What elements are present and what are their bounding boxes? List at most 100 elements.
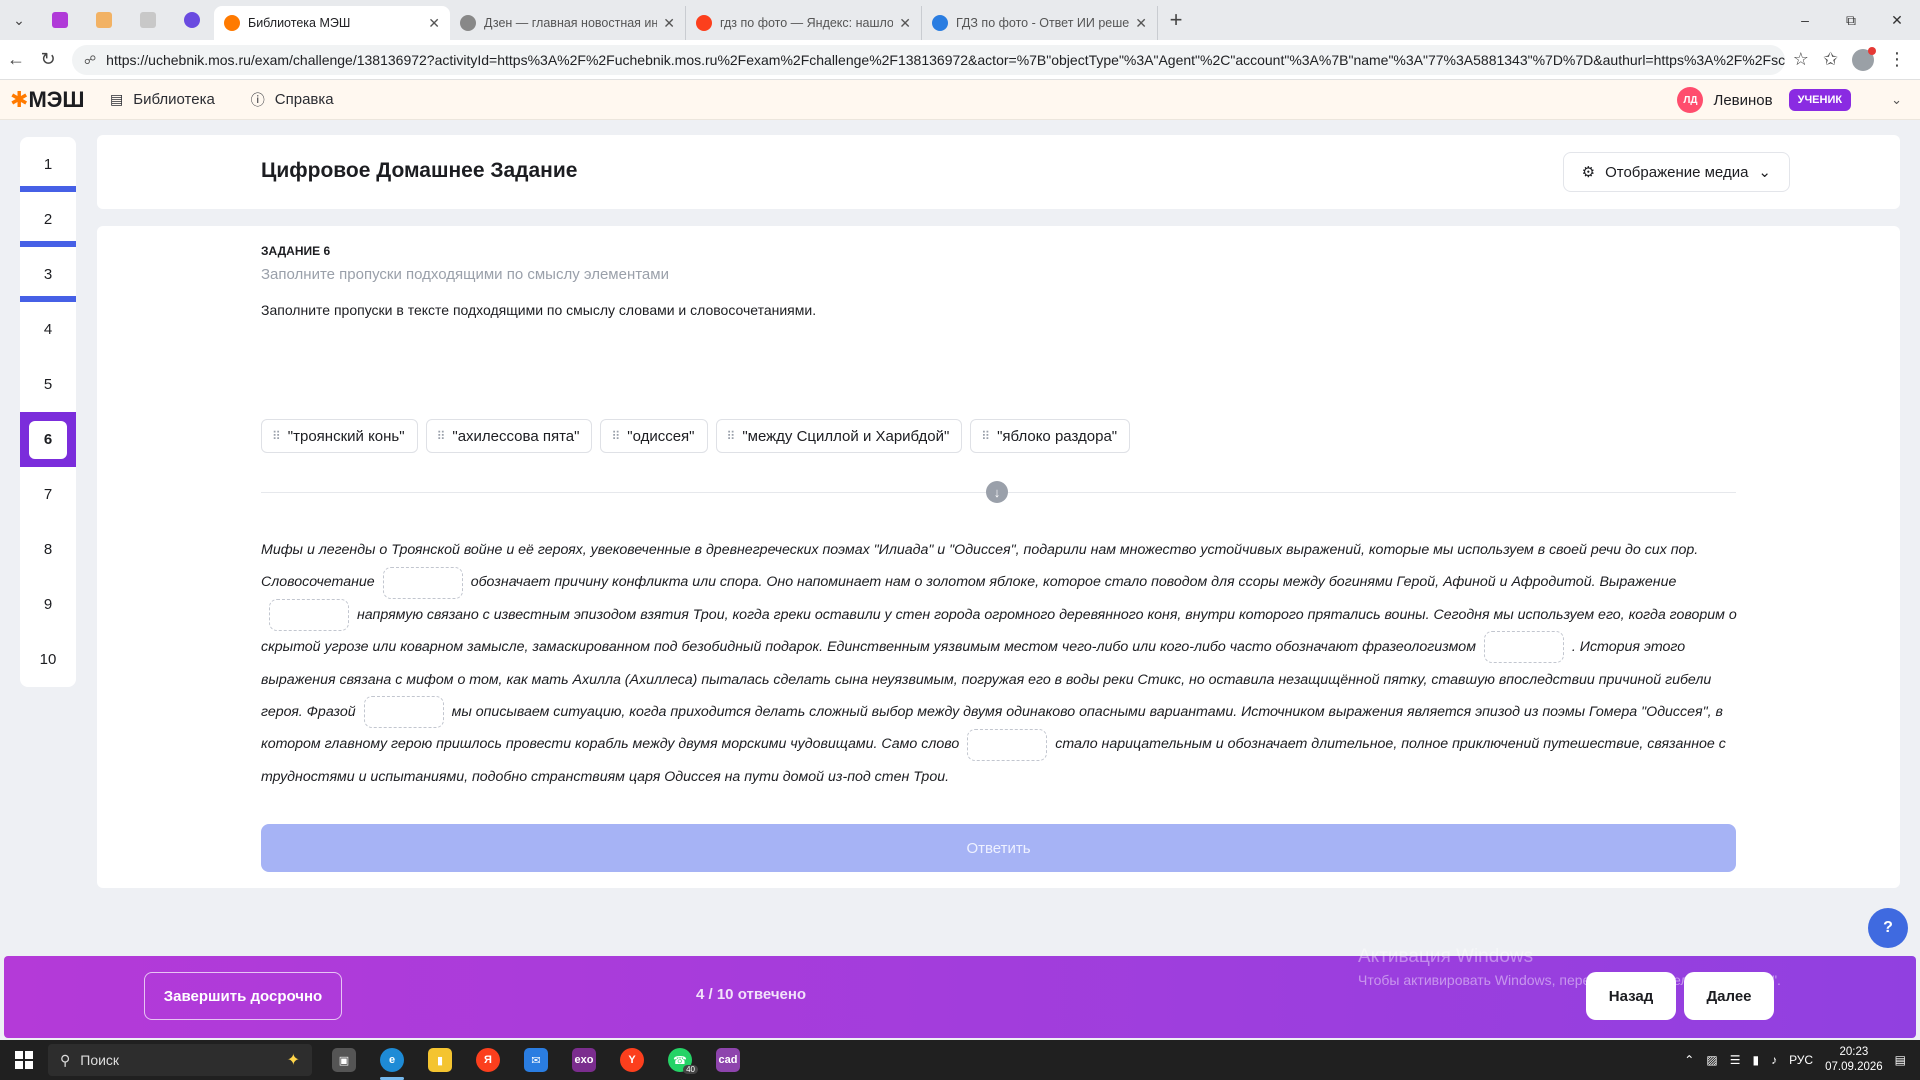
answer-option-chip[interactable]: ⠿ "яблоко раздора" [970,419,1131,453]
new-tab-button[interactable]: + [1158,7,1194,33]
drag-handle-icon[interactable]: ⠿ [727,429,736,443]
nav-library[interactable]: ▤ Библиотека [110,91,215,108]
profile-avatar-icon[interactable] [1852,46,1876,71]
exam-footer: Завершить досрочно 4 / 10 отвечено Актив… [4,946,1916,1038]
browser-tab[interactable]: ГДЗ по фото - Ответ ИИ решени ✕ [922,6,1158,40]
browser-tab[interactable]: Библиотека МЭШ ✕ [214,6,450,40]
task-instruction: Заполните пропуски в тексте подходящими … [261,302,817,318]
close-window-icon[interactable]: ✕ [1874,0,1920,40]
notifications-icon[interactable]: ▤ [1895,1053,1906,1067]
question-nav-item[interactable]: 10 [20,632,76,687]
taskbar-search[interactable]: ⚲ Поиск ✦ [48,1044,312,1076]
role-badge: УЧЕНИК [1788,89,1852,111]
file-explorer-icon[interactable]: ▮ [416,1040,464,1080]
question-nav-item[interactable]: 9 [20,577,76,632]
answer-option-chip[interactable]: ⠿ "одиссея" [600,419,708,453]
tab-close-icon[interactable]: ✕ [663,15,675,32]
answer-option-chip[interactable]: ⠿ "троянский конь" [261,419,418,453]
site-info-icon[interactable]: ☍ [84,53,96,67]
cad-app-icon[interactable]: cad [704,1040,752,1080]
question-nav-item[interactable]: 3 [20,247,76,302]
restore-icon[interactable]: ⧉ [1828,0,1874,40]
volume-icon[interactable]: ♪ [1771,1053,1777,1067]
question-nav-item[interactable]: 5 [20,357,76,412]
windows-start-icon[interactable] [0,1040,48,1080]
language-indicator[interactable]: РУС [1789,1053,1813,1067]
exo-app-icon[interactable]: exo [560,1040,608,1080]
pinned-tab-2[interactable] [82,0,126,40]
question-rail: 1 2 3 4 5 6 7 8 9 10 [20,137,76,687]
url-text: https://uchebnik.mos.ru/exam/challenge/1… [106,51,1785,68]
nav-help[interactable]: ⓘ Справка [251,90,334,110]
media-display-button[interactable]: ⚙ Отображение медиа ⌄ [1562,152,1790,192]
tray-chevron-up-icon[interactable]: ⌃ [1684,1053,1694,1067]
drag-handle-icon[interactable]: ⠿ [611,429,620,443]
answer-button[interactable]: Ответить [261,824,1736,872]
pinned-tab-4[interactable] [170,0,214,40]
sparkle-icon: ✦ [286,1052,300,1069]
chevron-down-icon[interactable]: ⌄ [1891,92,1902,108]
battery-icon[interactable]: ▮ [1752,1053,1759,1067]
drop-blank[interactable] [269,599,349,632]
question-nav-item[interactable]: 7 [20,467,76,522]
drop-blank[interactable] [1483,631,1564,664]
question-nav-item[interactable]: 8 [20,522,76,577]
minimize-icon[interactable]: – [1782,0,1828,40]
whatsapp-icon[interactable]: ☎ 40 [656,1040,704,1080]
tab-close-icon[interactable]: ✕ [1135,15,1147,32]
help-button[interactable]: ? [1868,908,1908,948]
back-button[interactable]: Назад [1586,972,1676,1020]
browser-tab[interactable]: Дзен — главная новостная инфо ✕ [450,6,686,40]
browser-tab-bar: ⌄ Библиотека МЭШ ✕ Дзен — главная новостна… [0,0,1920,40]
question-nav-item[interactable]: 4 [20,302,76,357]
yandex-browser-icon[interactable]: Y [608,1040,656,1080]
favorites-icon[interactable]: ✩ [1823,49,1838,70]
question-nav-item[interactable]: 1 [20,137,76,192]
pinned-tab-1[interactable] [38,0,82,40]
next-button[interactable]: Далее [1684,972,1774,1020]
more-menu-icon[interactable]: ⋮ [1888,49,1906,70]
arrow-down-circle-icon: ↓ [986,481,1008,503]
address-bar-row: ← ↻ ☍ https://uchebnik.mos.ru/exam/chall… [0,40,1920,80]
answer-option-chip[interactable]: ⠿ "между Сциллой и Харибдой" [715,419,963,453]
passage-segment: обозначает причину конфликта или спора. … [470,574,1677,591]
favorite-star-icon[interactable]: ☆ [1793,49,1809,70]
network-icon[interactable]: ☰ [1730,1053,1741,1067]
gear-icon: ⚙ [1581,164,1596,181]
browser-tab[interactable]: гдз по фото — Яндекс: нашлось ✕ [686,6,922,40]
task-view-icon[interactable]: ▣ [320,1040,368,1080]
tab-close-icon[interactable]: ✕ [899,15,911,32]
answered-progress: 4 / 10 отвечено [696,986,807,1003]
site-header: ✱МЭШ ▤ Библиотека ⓘ Справка ЛД Левинов У… [0,80,1920,120]
task-number: ЗАДАНИЕ 6 [261,244,331,258]
chevron-down-icon: ⌄ [1758,164,1771,181]
tab-favicon-icon [460,15,476,31]
clock[interactable]: 20:23 07.09.2026 [1825,1045,1883,1075]
drop-blank[interactable] [363,696,444,729]
drag-handle-icon[interactable]: ⠿ [437,429,446,443]
mail-icon[interactable]: ✉ [512,1040,560,1080]
tray-icon[interactable]: ▨ [1706,1053,1717,1067]
drop-blank[interactable] [967,728,1048,761]
search-icon: ⚲ [60,1051,71,1068]
tab-favicon-icon [224,15,240,31]
user-menu[interactable]: ЛД Левинов УЧЕНИК ⌄ [1677,80,1920,120]
tab-search-chevron-icon[interactable]: ⌄ [0,0,38,40]
question-nav-item[interactable]: 6 [20,412,76,467]
drag-handle-icon[interactable]: ⠿ [981,429,990,443]
drag-handle-icon[interactable]: ⠿ [272,429,281,443]
back-arrow-icon[interactable]: ← [0,49,32,70]
windows-activation-title: Активация Windows [1358,946,1534,967]
mesh-logo[interactable]: ✱МЭШ [10,87,110,113]
answer-option-chip[interactable]: ⠿ "ахилессова пята" [425,419,593,453]
url-field[interactable]: ☍ https://uchebnik.mos.ru/exam/challenge… [72,44,1785,75]
edge-icon[interactable]: e [368,1040,416,1080]
finish-early-button[interactable]: Завершить досрочно [144,972,342,1020]
task-subtitle: Заполните пропуски подходящими по смыслу… [261,266,669,283]
yandex-icon[interactable]: Я [464,1040,512,1080]
tab-close-icon[interactable]: ✕ [428,15,440,32]
reload-icon[interactable]: ↻ [32,49,64,70]
pinned-tab-3[interactable] [126,0,170,40]
drop-blank[interactable] [382,566,463,599]
question-nav-item[interactable]: 2 [20,192,76,247]
